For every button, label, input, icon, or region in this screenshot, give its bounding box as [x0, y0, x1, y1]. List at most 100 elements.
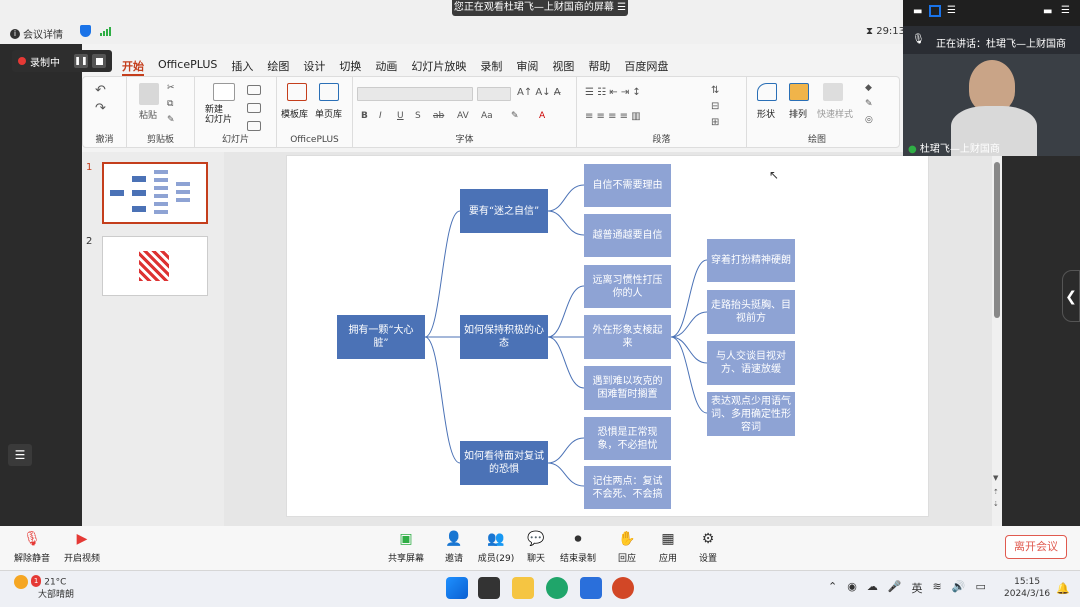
tab-draw[interactable]: 绘图	[267, 58, 289, 76]
meeting-details-button[interactable]: i 会议详情	[10, 26, 63, 41]
tab-slideshow[interactable]: 幻灯片放映	[411, 58, 466, 76]
end-record-button[interactable]: ⏺ 结束录制	[550, 528, 606, 564]
next-slide-icon[interactable]: ⇣	[993, 500, 999, 508]
layout-toggle-icon[interactable]: ☰	[1061, 5, 1070, 16]
underline-button[interactable]: U	[397, 111, 404, 121]
tab-home[interactable]: 开始	[122, 58, 144, 76]
shadow-button[interactable]: S	[415, 111, 421, 121]
grow-font-icon[interactable]: A↑ A↓ A̶	[517, 87, 561, 98]
tab-help[interactable]: 帮助	[588, 58, 610, 76]
video-button[interactable]: ▶ 开启视频	[54, 528, 110, 564]
mindmap-sub-4[interactable]: 表达观点少用语气词、多用确定性形容词	[707, 392, 795, 436]
edge-icon[interactable]	[546, 577, 568, 599]
font-size-select[interactable]	[477, 87, 511, 101]
mindmap-leaf-1-2[interactable]: 越普通越要自信	[584, 214, 671, 257]
outline-icon[interactable]: ✎	[865, 99, 873, 109]
cut-icon[interactable]: ✂	[167, 83, 175, 93]
shield-icon[interactable]	[80, 25, 91, 37]
slide-thumb-1[interactable]	[102, 162, 208, 224]
wifi-icon[interactable]: ≋	[933, 580, 942, 596]
strike-button[interactable]: ab	[433, 111, 444, 121]
arrange-label[interactable]: 排列	[789, 107, 807, 120]
new-slide-icon[interactable]	[213, 83, 235, 101]
slide-thumb-2[interactable]	[102, 236, 208, 296]
single-page-label[interactable]: 单页库	[315, 107, 342, 120]
mindmap-leaf-2-1[interactable]: 远离习惯性打压你的人	[584, 265, 671, 308]
paste-icon[interactable]	[139, 83, 159, 105]
highlight-icon[interactable]: ✎	[511, 111, 519, 121]
unmute-button[interactable]: 🎙 解除静音	[4, 528, 60, 564]
mindmap-branch-3[interactable]: 如何看待面对复试的恐惧	[460, 441, 548, 485]
settings-button[interactable]: ⚙ 设置	[680, 528, 736, 564]
grid-icon[interactable]: ☰	[947, 5, 956, 16]
arrange-icon[interactable]	[789, 83, 809, 101]
minimize-icon[interactable]: ▬	[913, 6, 922, 17]
recording-indicator[interactable]: 录制中 ❚❚	[12, 50, 112, 72]
text-direction-icon[interactable]: ⇅	[711, 85, 719, 96]
tab-record[interactable]: 录制	[480, 58, 502, 76]
align-text-icon[interactable]: ⊟	[711, 101, 719, 112]
stop-icon[interactable]	[92, 54, 106, 68]
mindmap-root[interactable]: 拥有一颗“大心脏”	[337, 315, 425, 359]
system-clock[interactable]: 15:15 2024/3/16	[1004, 576, 1050, 600]
template-lib-icon[interactable]	[287, 83, 307, 101]
format-painter-icon[interactable]: ✎	[167, 115, 175, 125]
tab-baidu[interactable]: 百度网盘	[624, 58, 668, 76]
powerpoint-icon[interactable]	[612, 577, 634, 599]
template-lib-label[interactable]: 模板库	[281, 107, 308, 120]
ime-indicator[interactable]: 英	[912, 580, 923, 596]
tab-view[interactable]: 视图	[552, 58, 574, 76]
mindmap-leaf-3-1[interactable]: 恐惧是正常现象，不必担忧	[584, 417, 671, 460]
redo-icon[interactable]: ↷	[95, 101, 106, 116]
new-slide-label[interactable]: 新建 幻灯片	[205, 105, 232, 125]
case-button[interactable]: Aa	[481, 111, 493, 121]
tab-officeplus[interactable]: OfficePLUS	[158, 58, 217, 76]
bold-button[interactable]: B	[361, 111, 368, 121]
list-icon[interactable]: ☰	[8, 444, 32, 466]
align-icons[interactable]: ≡ ≡ ≡ ≡ ▥	[585, 111, 641, 122]
mic-icon[interactable]: 🎤	[888, 580, 902, 596]
mindmap-branch-1[interactable]: 要有“迷之自信”	[460, 189, 548, 233]
mindmap-leaf-2-3[interactable]: 遇到难以攻克的困难暂时搁置	[584, 366, 671, 410]
quick-style-label[interactable]: 快速样式	[817, 107, 853, 120]
mindmap-leaf-1-1[interactable]: 自信不需要理由	[584, 164, 671, 207]
mindmap-sub-1[interactable]: 穿着打扮精神硬朗	[707, 239, 795, 282]
shape-icon[interactable]	[757, 83, 777, 101]
notification-icon[interactable]: 🔔	[1056, 582, 1070, 595]
battery-icon[interactable]: ▭	[975, 580, 985, 596]
font-color-button[interactable]: A	[539, 111, 545, 121]
italic-button[interactable]: I	[379, 111, 382, 121]
collapse-icon[interactable]: ▬	[1043, 6, 1052, 17]
window-icon[interactable]	[929, 5, 941, 17]
section-icon[interactable]	[247, 121, 261, 131]
mindmap-leaf-2-2[interactable]: 外在形象支棱起来	[584, 315, 671, 359]
shape-label[interactable]: 形状	[757, 107, 775, 120]
file-explorer-icon[interactable]	[512, 577, 534, 599]
smartart-icon[interactable]: ⊞	[711, 117, 719, 128]
layout-icon[interactable]	[247, 85, 261, 95]
effects-icon[interactable]: ◎	[865, 115, 873, 125]
side-panel-handle[interactable]: ❮	[1062, 270, 1080, 322]
tab-review[interactable]: 审阅	[516, 58, 538, 76]
start-icon[interactable]	[446, 577, 468, 599]
undo-icon[interactable]: ↶	[95, 83, 106, 98]
prev-slide-icon[interactable]: ⇡	[993, 488, 999, 496]
mindmap-branch-2[interactable]: 如何保持积极的心态	[460, 315, 548, 359]
weather-widget[interactable]: 1 21°C 大部晴朗	[14, 575, 74, 601]
chevron-up-icon[interactable]: ⌃	[828, 580, 837, 596]
quick-style-icon[interactable]	[823, 83, 843, 101]
meeting-app-icon[interactable]	[580, 577, 602, 599]
spacing-button[interactable]: AV	[457, 111, 469, 121]
speaker-icon[interactable]: 🔊	[952, 580, 966, 596]
single-page-icon[interactable]	[319, 83, 339, 101]
list-icons[interactable]: ☰ ☷ ⇤ ⇥ ↕	[585, 87, 641, 98]
fill-icon[interactable]: ◆	[865, 83, 872, 93]
tab-transitions[interactable]: 切换	[339, 58, 361, 76]
cloud-icon[interactable]: ☁	[867, 580, 878, 596]
copy-icon[interactable]: ⧉	[167, 99, 173, 109]
tab-animations[interactable]: 动画	[375, 58, 397, 76]
qq-icon[interactable]: ◉	[847, 580, 857, 596]
task-view-icon[interactable]	[478, 577, 500, 599]
font-name-select[interactable]	[357, 87, 473, 101]
pause-icon[interactable]: ❚❚	[74, 54, 88, 68]
